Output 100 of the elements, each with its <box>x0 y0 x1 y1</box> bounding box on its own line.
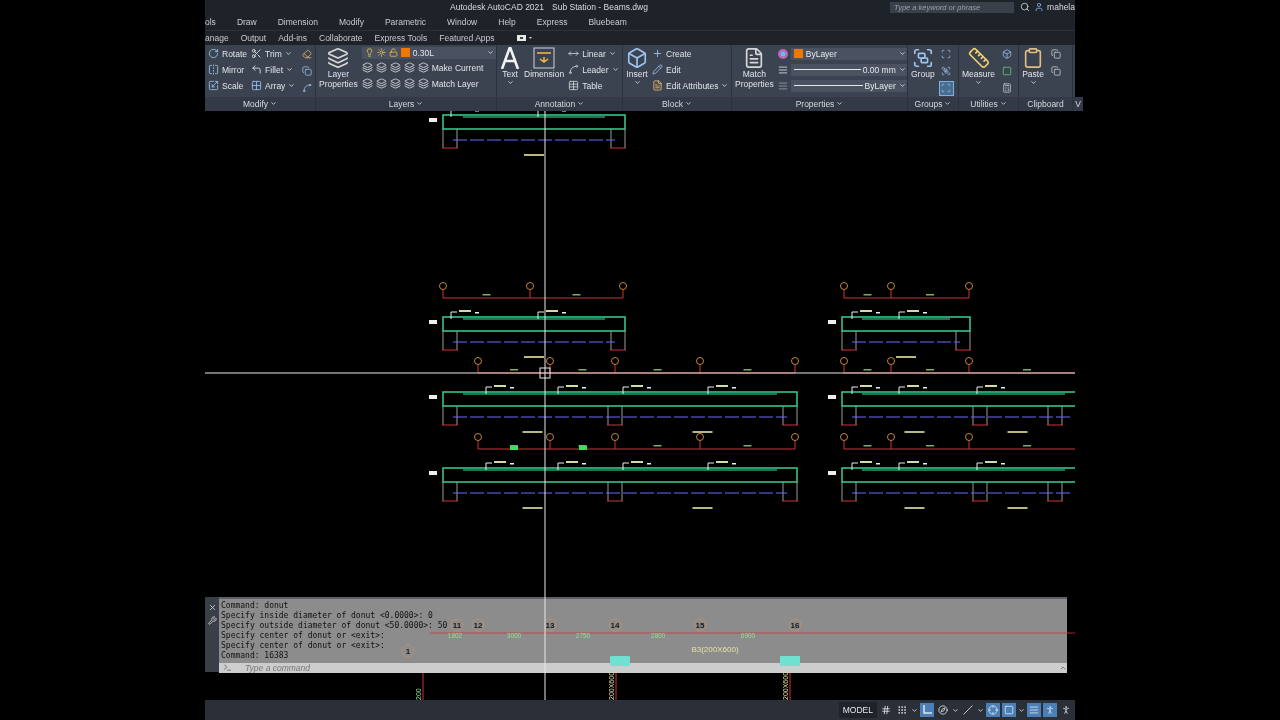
caret-icon <box>721 82 729 90</box>
ribbon-tool-button[interactable]: Dimension <box>524 46 565 79</box>
ribbon-tool-button[interactable]: Edit <box>652 62 729 77</box>
search-icon[interactable] <box>1020 2 1031 13</box>
column-section-drawing <box>780 655 800 666</box>
layer-tool-icon[interactable] <box>403 62 415 74</box>
ribbon-tool-button[interactable]: Text <box>500 46 520 86</box>
panel-title-bar[interactable]: Annotation <box>497 96 622 111</box>
layer-tool-icon[interactable] <box>403 78 415 90</box>
ribbon-tool-button[interactable]: Mirror <box>208 62 248 77</box>
property-dropdown[interactable]: ByLayer <box>790 79 907 92</box>
ribbon-tool-button[interactable]: Linear <box>568 46 619 61</box>
model-space-tab[interactable]: MODEL <box>838 702 877 719</box>
ribbon-tool-button[interactable]: Scale <box>208 78 248 93</box>
panel-title-bar[interactable]: Groups <box>908 96 958 111</box>
panel-title-bar[interactable]: Clipboard <box>1019 96 1072 111</box>
tracking-icon <box>988 705 998 716</box>
menu-item[interactable]: Express <box>528 17 576 28</box>
panel-title-bar[interactable]: Modify <box>205 96 315 111</box>
ribbon-tool-button[interactable]: Edit Attributes <box>652 78 729 93</box>
ribbon-tool-button[interactable]: Match Layer <box>417 76 479 91</box>
command-history-line: Specify center of donut or <exit>: <box>221 640 385 651</box>
panel-title-bar[interactable]: Layers <box>316 96 496 111</box>
wrench-icon[interactable] <box>207 615 217 625</box>
layer-tool-icon[interactable] <box>361 62 373 74</box>
layer-tool-icon[interactable] <box>389 78 401 90</box>
panel-title-bar[interactable]: Properties <box>732 96 907 111</box>
ribbon-tool-button[interactable]: Layer Properties <box>319 46 358 89</box>
ribbon-tool-button[interactable]: Create <box>652 46 729 61</box>
menu-item[interactable]: Dimension <box>269 17 326 28</box>
menu-item[interactable]: Window <box>439 17 486 28</box>
command-input-field[interactable]: Type a command <box>245 662 445 673</box>
status-toggle-button[interactable] <box>1043 703 1057 718</box>
ribbon-tab[interactable]: Collaborate <box>319 32 369 43</box>
ribbon-tab[interactable]: anage <box>205 32 235 43</box>
panel-title-bar[interactable]: Block <box>623 96 731 111</box>
document-title: Sub Station - Beams.dwg <box>552 2 648 13</box>
caret-icon <box>486 49 494 57</box>
copy-clip-icon <box>1050 49 1061 60</box>
menu-item[interactable]: ols <box>205 17 224 28</box>
ribbon-tool-button[interactable]: Match Properties <box>735 46 774 89</box>
grid-bubble: 12 <box>471 618 485 632</box>
ribbon-tool-button[interactable]: Array <box>251 78 296 93</box>
sun-icon <box>376 48 386 58</box>
ribbon-tool-button[interactable]: Table <box>568 78 619 93</box>
annotation-scale-icon <box>1045 705 1055 716</box>
workspace-dropdown-icon[interactable] <box>516 33 533 42</box>
ribbon-tool-button[interactable]: Insert <box>626 46 648 86</box>
panel-menu-caret-icon <box>577 100 585 108</box>
menu-item[interactable]: Draw <box>228 17 265 28</box>
close-icon[interactable] <box>207 602 217 612</box>
status-toggle-button[interactable] <box>1027 703 1041 718</box>
menu-item[interactable]: Modify <box>330 17 372 28</box>
clipboard-icon <box>1022 46 1044 69</box>
ribbon-tool-button[interactable]: Rotate <box>208 46 248 61</box>
menu-item[interactable]: Bluebeam <box>580 17 635 28</box>
layer-dropdown[interactable]: 0.30L <box>361 46 496 59</box>
padlock-icon <box>388 48 398 58</box>
ribbon-tool-button[interactable]: Paste <box>1022 46 1044 86</box>
property-dropdown[interactable]: ByLayer <box>790 47 907 60</box>
panel-title-bar[interactable]: Utilities <box>959 96 1018 111</box>
panel-title-bar[interactable]: V <box>1073 96 1083 111</box>
layer-tool-icon[interactable] <box>389 62 401 74</box>
layer-match-icon <box>417 78 429 90</box>
status-toggle-button[interactable] <box>1002 703 1016 718</box>
fillet-icon <box>251 64 263 76</box>
ribbon-icon-button[interactable] <box>1048 63 1063 79</box>
ribbon-tool-button[interactable]: Leader <box>568 62 619 77</box>
ribbon-icon-button[interactable] <box>299 63 315 79</box>
status-toggle-button[interactable] <box>920 703 934 718</box>
ribbon-tool-button[interactable]: Measure <box>962 46 996 86</box>
polar-icon <box>938 705 948 716</box>
ribbon-icon-button[interactable] <box>1048 46 1063 62</box>
ribbon-tool-button[interactable]: Fillet <box>251 62 296 77</box>
status-toggle-button[interactable] <box>961 703 975 718</box>
layer-tool-icon[interactable] <box>361 78 373 90</box>
ribbon-tab[interactable]: Express Tools <box>374 32 434 43</box>
menu-item[interactable]: Parametric <box>376 17 434 28</box>
lineweight-icon <box>777 64 788 75</box>
ribbon-tab[interactable]: Featured Apps <box>439 32 501 43</box>
user-icon[interactable] <box>1034 2 1045 13</box>
ribbon-tab[interactable]: Add-ins <box>278 32 313 43</box>
menu-item[interactable]: Help <box>490 17 524 28</box>
rotate-icon <box>208 48 219 60</box>
ribbon-tool-button[interactable]: Trim <box>251 46 296 61</box>
ribbon-tool-button[interactable]: Group <box>911 46 935 79</box>
grid-icon <box>881 705 891 716</box>
grid-bubble: 1 <box>401 644 415 658</box>
layer-tool-icon[interactable] <box>375 78 387 90</box>
annotation-visibility-icon <box>1061 705 1071 716</box>
user-name[interactable]: mahela <box>1047 2 1075 13</box>
ribbon-icon-button[interactable] <box>938 80 954 96</box>
layer-tool-icon[interactable] <box>375 62 387 74</box>
status-toggle-button[interactable] <box>936 703 950 718</box>
ribbon-tool-button[interactable]: Make Current <box>417 60 484 75</box>
copy-icon <box>301 66 312 77</box>
property-dropdown[interactable]: 0.00 mm <box>790 63 907 76</box>
ribbon-tab[interactable]: Output <box>240 32 273 43</box>
status-toggle-button[interactable] <box>986 703 1000 718</box>
linetype-icon <box>777 80 788 91</box>
